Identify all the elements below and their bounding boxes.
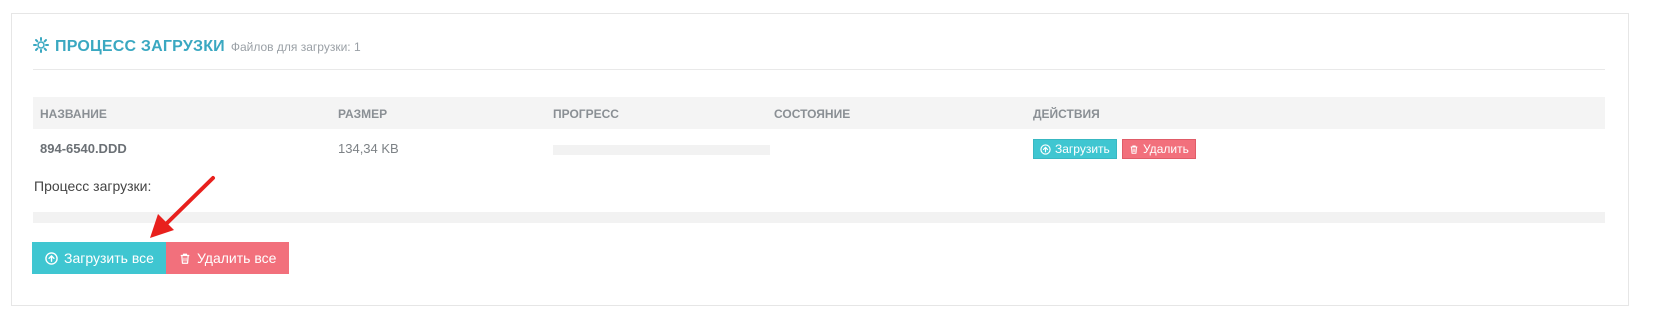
- column-header-actions: ДЕЙСТВИЯ: [1033, 107, 1100, 121]
- trash-icon: [1129, 144, 1139, 155]
- upload-button-label: Загрузить: [1055, 142, 1110, 156]
- delete-button[interactable]: Удалить: [1122, 139, 1196, 159]
- file-progress-bar: [553, 145, 770, 155]
- table-row: 894-6540.DDD 134,34 KB Загрузить Удалить: [33, 131, 1605, 167]
- delete-all-label: Удалить все: [197, 250, 277, 266]
- gear-icon: [33, 37, 49, 53]
- upload-button[interactable]: Загрузить: [1033, 139, 1117, 159]
- table-header: НАЗВАНИЕ РАЗМЕР ПРОГРЕСС СОСТОЯНИЕ ДЕЙСТ…: [33, 97, 1605, 129]
- column-header-progress: ПРОГРЕСС: [553, 107, 619, 121]
- header-divider: [33, 69, 1605, 70]
- process-label: Процесс загрузки:: [34, 178, 152, 194]
- file-size: 134,34 KB: [338, 141, 399, 156]
- annotation-arrow: [150, 176, 215, 238]
- column-header-size: РАЗМЕР: [338, 107, 388, 121]
- files-count-text: Файлов для загрузки: 1: [230, 40, 361, 54]
- panel-header: ПРОЦЕСС ЗАГРУЗКИ Файлов для загрузки: 1: [33, 35, 361, 56]
- delete-button-label: Удалить: [1143, 142, 1189, 156]
- total-progress-bar: [33, 212, 1605, 223]
- column-header-state: СОСТОЯНИЕ: [774, 107, 851, 121]
- trash-icon: [179, 252, 191, 265]
- page-title: ПРОЦЕСС ЗАГРУЗКИ: [55, 38, 225, 55]
- upload-circle-icon: [1040, 143, 1051, 155]
- upload-circle-icon: [45, 251, 58, 265]
- file-name: 894-6540.DDD: [40, 141, 127, 156]
- column-header-name: НАЗВАНИЕ: [40, 107, 107, 121]
- upload-all-label: Загрузить все: [64, 250, 154, 266]
